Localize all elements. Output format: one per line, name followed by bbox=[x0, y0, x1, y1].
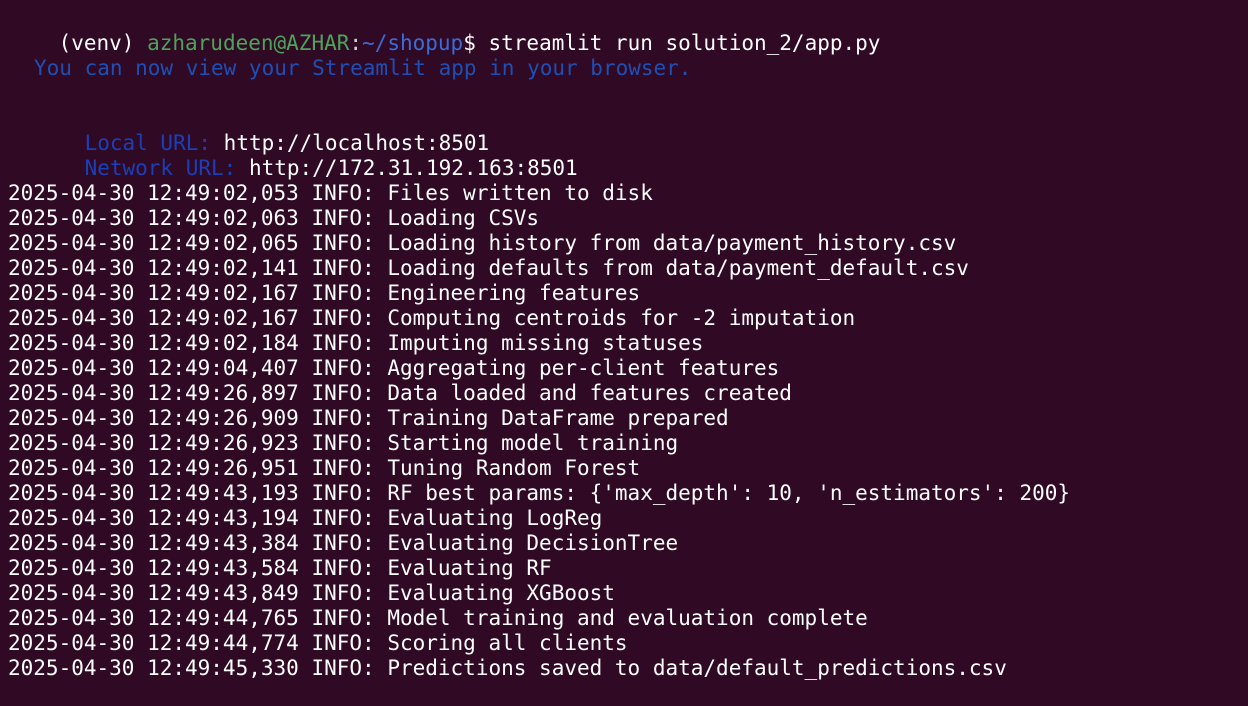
log-level: INFO: bbox=[311, 531, 375, 555]
log-timestamp: 2025-04-30 12:49:44,765 bbox=[8, 606, 299, 630]
log-message: Evaluating LogReg bbox=[387, 506, 603, 530]
log-timestamp: 2025-04-30 12:49:26,909 bbox=[8, 406, 299, 430]
log-timestamp: 2025-04-30 12:49:26,951 bbox=[8, 456, 299, 480]
log-line: 2025-04-30 12:49:43,849 INFO: Evaluating… bbox=[8, 581, 615, 606]
shell-prompt-line: (venv) azharudeen@AZHAR:~/shopup$ stream… bbox=[8, 6, 881, 55]
log-message: Evaluating RF bbox=[387, 556, 552, 580]
log-message: Engineering features bbox=[387, 281, 641, 305]
log-timestamp: 2025-04-30 12:49:02,167 bbox=[8, 306, 299, 330]
log-timestamp: 2025-04-30 12:49:26,923 bbox=[8, 431, 299, 455]
log-timestamp: 2025-04-30 12:49:43,194 bbox=[8, 506, 299, 530]
log-level: INFO: bbox=[311, 456, 375, 480]
log-message: Loading defaults from data/payment_defau… bbox=[387, 256, 969, 280]
log-timestamp: 2025-04-30 12:49:43,384 bbox=[8, 531, 299, 555]
log-line: 2025-04-30 12:49:02,065 INFO: Loading hi… bbox=[8, 231, 956, 256]
log-level: INFO: bbox=[311, 656, 375, 680]
log-message: Loading CSVs bbox=[387, 206, 540, 230]
log-timestamp: 2025-04-30 12:49:02,053 bbox=[8, 181, 299, 205]
log-line: 2025-04-30 12:49:26,909 INFO: Training D… bbox=[8, 406, 729, 431]
log-message: Computing centroids for -2 imputation bbox=[387, 306, 856, 330]
command-text: streamlit run solution_2/app.py bbox=[475, 31, 881, 55]
log-message: Evaluating DecisionTree bbox=[387, 531, 679, 555]
log-message: Starting model training bbox=[387, 431, 679, 455]
log-timestamp: 2025-04-30 12:49:02,184 bbox=[8, 331, 299, 355]
log-message: Scoring all clients bbox=[387, 631, 628, 655]
network-url-link[interactable]: http://172.31.192.163:8501 bbox=[249, 156, 578, 180]
log-timestamp: 2025-04-30 12:49:43,193 bbox=[8, 481, 299, 505]
streamlit-view-message: You can now view your Streamlit app in y… bbox=[34, 56, 692, 80]
log-level: INFO: bbox=[311, 256, 375, 280]
log-timestamp: 2025-04-30 12:49:02,063 bbox=[8, 206, 299, 230]
local-url-line: Local URL: http://localhost:8501 bbox=[34, 106, 490, 155]
log-message: Data loaded and features created bbox=[387, 381, 792, 405]
log-level: INFO: bbox=[311, 181, 375, 205]
log-line: 2025-04-30 12:49:02,053 INFO: Files writ… bbox=[8, 181, 653, 206]
log-line: 2025-04-30 12:49:44,765 INFO: Model trai… bbox=[8, 606, 868, 631]
log-level: INFO: bbox=[311, 206, 375, 230]
log-level: INFO: bbox=[311, 481, 375, 505]
log-line: 2025-04-30 12:49:26,951 INFO: Tuning Ran… bbox=[8, 456, 640, 481]
log-level: INFO: bbox=[311, 556, 375, 580]
log-line: 2025-04-30 12:49:02,063 INFO: Loading CS… bbox=[8, 206, 539, 231]
venv-label: (venv) bbox=[58, 31, 148, 55]
log-message: Aggregating per-client features bbox=[387, 356, 780, 380]
log-level: INFO: bbox=[311, 281, 375, 305]
log-message: Tuning Random Forest bbox=[387, 456, 641, 480]
log-timestamp: 2025-04-30 12:49:02,141 bbox=[8, 256, 299, 280]
prompt-dollar: $ bbox=[463, 31, 476, 55]
log-line: 2025-04-30 12:49:45,330 INFO: Prediction… bbox=[8, 656, 1007, 681]
user-host: azharudeen@AZHAR bbox=[147, 31, 350, 55]
log-level: INFO: bbox=[311, 306, 375, 330]
log-line: 2025-04-30 12:49:43,194 INFO: Evaluating… bbox=[8, 506, 602, 531]
log-level: INFO: bbox=[311, 606, 375, 630]
log-line: 2025-04-30 12:49:02,167 INFO: Engineerin… bbox=[8, 281, 640, 306]
log-line: 2025-04-30 12:49:02,184 INFO: Imputing m… bbox=[8, 331, 703, 356]
log-line: 2025-04-30 12:49:26,897 INFO: Data loade… bbox=[8, 381, 792, 406]
network-url-label: Network URL: bbox=[84, 156, 237, 180]
log-timestamp: 2025-04-30 12:49:02,065 bbox=[8, 231, 299, 255]
log-message: Model training and evaluation complete bbox=[387, 606, 868, 630]
log-line: 2025-04-30 12:49:26,923 INFO: Starting m… bbox=[8, 431, 678, 456]
log-line: 2025-04-30 12:49:43,584 INFO: Evaluating… bbox=[8, 556, 552, 581]
log-timestamp: 2025-04-30 12:49:26,897 bbox=[8, 381, 299, 405]
prompt-colon: : bbox=[349, 31, 363, 55]
log-message: Evaluating XGBoost bbox=[387, 581, 615, 605]
network-url-line: Network URL: http://172.31.192.163:8501 bbox=[34, 131, 578, 180]
terminal-window[interactable]: (venv) azharudeen@AZHAR:~/shopup$ stream… bbox=[0, 0, 1248, 706]
log-level: INFO: bbox=[311, 331, 375, 355]
log-timestamp: 2025-04-30 12:49:44,774 bbox=[8, 631, 299, 655]
log-line: 2025-04-30 12:49:02,141 INFO: Loading de… bbox=[8, 256, 969, 281]
log-message: Predictions saved to data/default_predic… bbox=[387, 656, 1007, 680]
log-timestamp: 2025-04-30 12:49:45,330 bbox=[8, 656, 299, 680]
log-level: INFO: bbox=[311, 406, 375, 430]
log-timestamp: 2025-04-30 12:49:43,849 bbox=[8, 581, 299, 605]
log-message: Files written to disk bbox=[387, 181, 653, 205]
log-line: 2025-04-30 12:49:02,167 INFO: Computing … bbox=[8, 306, 855, 331]
log-level: INFO: bbox=[311, 631, 375, 655]
log-level: INFO: bbox=[311, 431, 375, 455]
log-message: Training DataFrame prepared bbox=[387, 406, 729, 430]
log-level: INFO: bbox=[311, 231, 375, 255]
log-message: Imputing missing statuses bbox=[387, 331, 704, 355]
working-directory: ~/shopup bbox=[362, 31, 464, 55]
log-line: 2025-04-30 12:49:04,407 INFO: Aggregatin… bbox=[8, 356, 779, 381]
log-level: INFO: bbox=[311, 356, 375, 380]
log-message: RF best params: {'max_depth': 10, 'n_est… bbox=[387, 481, 1071, 505]
log-line: 2025-04-30 12:49:43,384 INFO: Evaluating… bbox=[8, 531, 678, 556]
log-level: INFO: bbox=[311, 581, 375, 605]
log-line: 2025-04-30 12:49:44,774 INFO: Scoring al… bbox=[8, 631, 628, 656]
log-level: INFO: bbox=[311, 506, 375, 530]
log-timestamp: 2025-04-30 12:49:04,407 bbox=[8, 356, 299, 380]
log-line: 2025-04-30 12:49:43,193 INFO: RF best pa… bbox=[8, 481, 1070, 506]
log-message: Loading history from data/payment_histor… bbox=[387, 231, 957, 255]
log-level: INFO: bbox=[311, 381, 375, 405]
log-timestamp: 2025-04-30 12:49:02,167 bbox=[8, 281, 299, 305]
log-timestamp: 2025-04-30 12:49:43,584 bbox=[8, 556, 299, 580]
